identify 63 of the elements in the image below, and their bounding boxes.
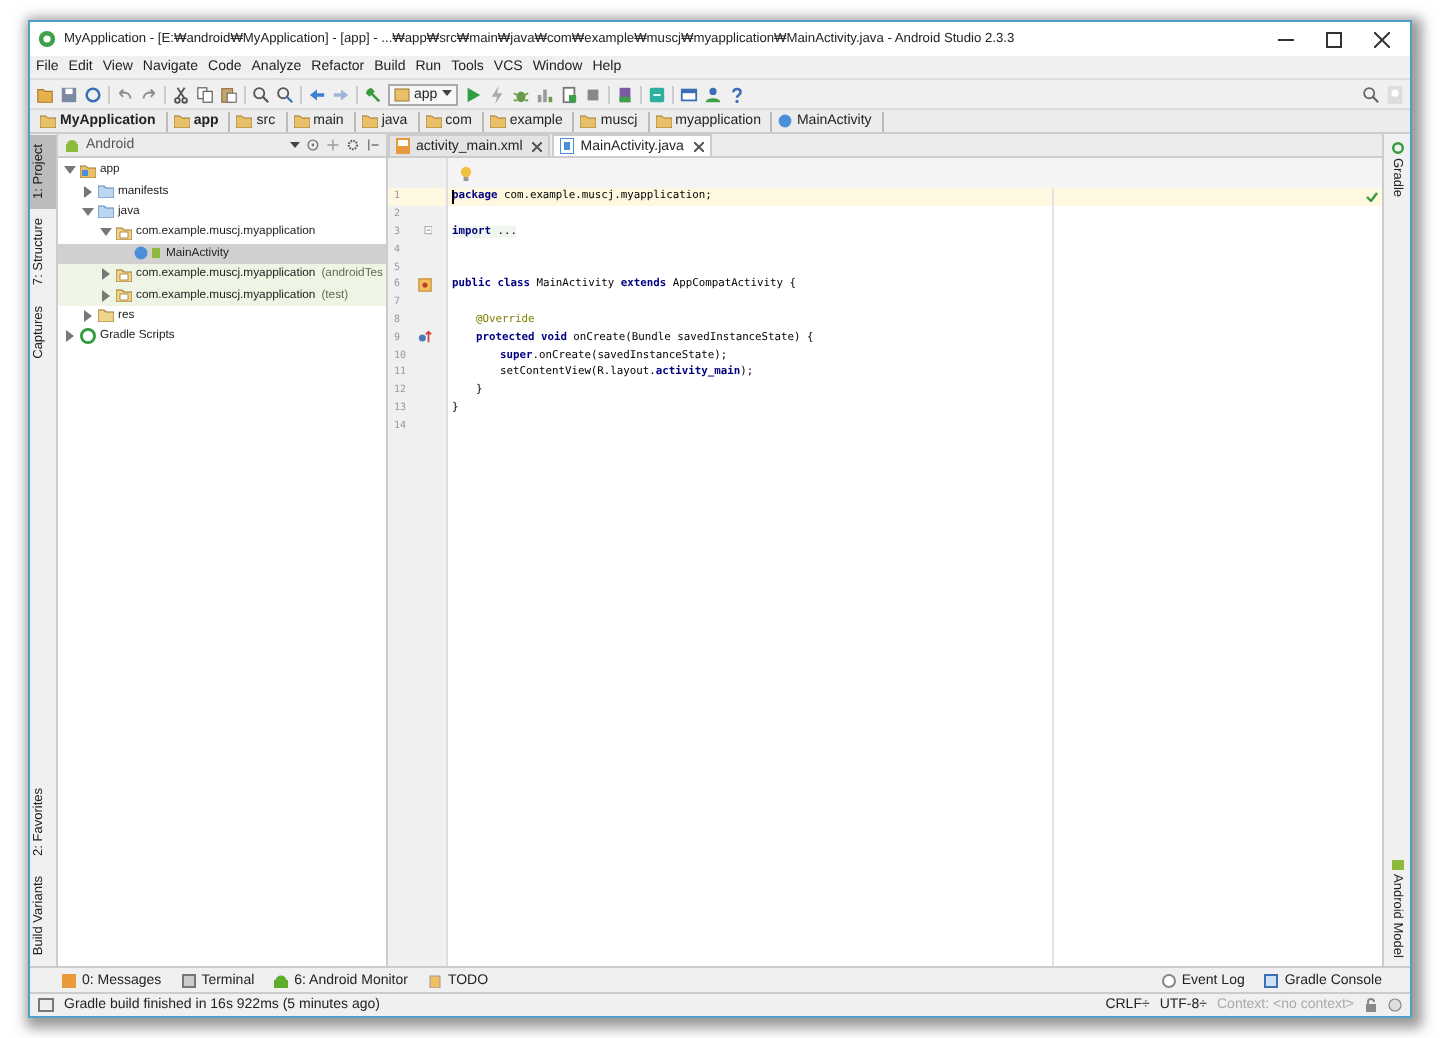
package-icon <box>116 225 132 240</box>
cut-icon[interactable] <box>172 85 190 103</box>
folder-icon <box>173 114 190 128</box>
caret-icon <box>290 141 301 149</box>
back-arrow-icon[interactable] <box>308 85 326 103</box>
device-icon[interactable] <box>559 85 578 103</box>
expand-arrow-icon[interactable] <box>82 309 94 322</box>
copy-icon[interactable] <box>196 85 214 103</box>
expand-arrow-icon[interactable] <box>82 185 94 198</box>
replace-icon[interactable] <box>276 85 294 103</box>
folder-icon <box>236 114 253 128</box>
close-icon[interactable] <box>693 141 704 151</box>
package-icon <box>116 288 132 303</box>
hide-icon[interactable] <box>366 138 380 152</box>
todo-icon <box>427 973 442 987</box>
expand-arrow-icon[interactable] <box>100 226 112 239</box>
paste-icon[interactable] <box>220 85 238 103</box>
folder-icon <box>580 114 597 128</box>
terminal-icon <box>181 973 196 987</box>
search-icon[interactable] <box>252 85 270 103</box>
stop-icon[interactable] <box>583 85 602 103</box>
folder-icon <box>655 114 672 128</box>
gradle-icon <box>80 328 96 345</box>
chart-icon[interactable] <box>535 85 554 103</box>
check-icon <box>1366 192 1378 202</box>
folder-icon <box>425 114 442 128</box>
search-icon[interactable] <box>1362 85 1380 103</box>
folder-icon <box>489 114 506 128</box>
lightbulb-icon[interactable] <box>460 165 472 181</box>
folder-icon <box>293 114 310 128</box>
java-file-icon <box>560 138 575 154</box>
expand-arrow-icon[interactable] <box>100 268 112 281</box>
person-icon[interactable] <box>703 85 722 103</box>
class-icon <box>778 114 793 128</box>
hammer-icon[interactable] <box>364 85 382 103</box>
redo-icon[interactable] <box>140 85 158 103</box>
class-icon <box>134 246 162 261</box>
save-icon[interactable] <box>60 85 78 103</box>
module-icon <box>394 87 410 101</box>
expand-arrow-icon[interactable] <box>64 164 76 177</box>
run-icon[interactable] <box>463 85 482 103</box>
package-icon <box>116 267 132 282</box>
console-icon <box>1264 973 1279 987</box>
target-icon[interactable] <box>306 138 321 152</box>
module-icon <box>80 163 96 178</box>
window-icon[interactable] <box>679 85 698 103</box>
expand-arrow-icon[interactable] <box>64 330 76 343</box>
folder-icon <box>361 114 378 128</box>
settings-icon[interactable] <box>346 138 361 152</box>
expand-arrow-icon[interactable] <box>82 205 94 218</box>
gradle-icon <box>1391 142 1403 154</box>
panel-toggle-icon[interactable] <box>38 998 54 1012</box>
caret-icon <box>441 90 452 98</box>
expand-arrow-icon[interactable] <box>100 289 112 302</box>
close-icon[interactable] <box>532 141 543 151</box>
close-icon[interactable] <box>1374 31 1390 47</box>
help-icon[interactable] <box>727 85 746 103</box>
override-icon[interactable] <box>418 330 432 345</box>
undo-icon[interactable] <box>116 85 134 103</box>
maximize-icon[interactable] <box>1326 31 1342 47</box>
app-icon <box>38 30 56 48</box>
lock-icon[interactable] <box>1364 998 1378 1012</box>
layout-file-icon <box>396 138 410 154</box>
